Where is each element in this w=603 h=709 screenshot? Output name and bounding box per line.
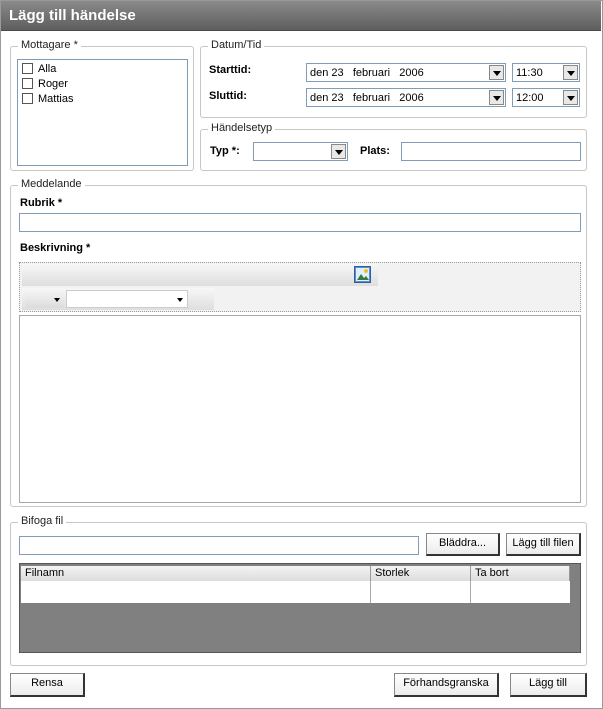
- end-date-select[interactable]: den 23 februari 2006: [306, 88, 506, 107]
- end-label: Sluttid:: [209, 90, 247, 102]
- chevron-down-icon[interactable]: [489, 90, 504, 105]
- grid-cell: [21, 581, 371, 603]
- recipients-legend: Mottagare *: [18, 39, 81, 51]
- preview-button[interactable]: Förhandsgranska: [394, 673, 499, 697]
- start-time-select[interactable]: 11:30: [512, 63, 580, 82]
- chevron-down-icon: [54, 298, 60, 302]
- chevron-down-icon[interactable]: [563, 65, 578, 80]
- event-type-legend: Händelsetyp: [208, 122, 276, 134]
- style-dropdown[interactable]: [26, 290, 64, 308]
- recipient-item-roger[interactable]: Roger: [22, 76, 68, 91]
- description-editor[interactable]: [19, 315, 581, 503]
- message-legend: Meddelande: [18, 178, 85, 190]
- end-time-select[interactable]: 12:00: [512, 88, 580, 107]
- recipients-list[interactable]: Alla Roger Mattias: [17, 59, 188, 166]
- checkbox[interactable]: [22, 63, 33, 74]
- type-select[interactable]: [253, 142, 348, 161]
- add-button[interactable]: Lägg till: [510, 673, 587, 697]
- grid-header-size: Storlek: [371, 566, 471, 581]
- chevron-down-icon[interactable]: [489, 65, 504, 80]
- start-label: Starttid:: [209, 64, 252, 76]
- checkbox[interactable]: [22, 78, 33, 89]
- grid-header-filename: Filnamn: [21, 566, 371, 581]
- chevron-down-icon[interactable]: [331, 144, 346, 159]
- dialog-title: Lägg till händelse: [9, 7, 136, 24]
- toolbar-row-1: [22, 264, 378, 286]
- checkbox[interactable]: [22, 93, 33, 104]
- grid-cell: [471, 581, 570, 603]
- datetime-fieldset: [200, 46, 587, 118]
- recipient-item-alla[interactable]: Alla: [22, 61, 56, 76]
- browse-button[interactable]: Bläddra...: [426, 533, 500, 556]
- insert-image-icon[interactable]: [354, 266, 371, 283]
- reset-button[interactable]: Rensa: [10, 673, 85, 697]
- title-bar: Lägg till händelse: [1, 1, 601, 31]
- chevron-down-icon[interactable]: [563, 90, 578, 105]
- font-dropdown[interactable]: [66, 290, 188, 308]
- description-label: Beskrivning *: [20, 242, 91, 254]
- recipient-item-mattias[interactable]: Mattias: [22, 91, 73, 106]
- subject-label: Rubrik *: [20, 197, 63, 209]
- type-label: Typ *:: [210, 145, 240, 157]
- attach-legend: Bifoga fil: [18, 515, 67, 527]
- chevron-down-icon: [177, 298, 183, 302]
- place-label: Plats:: [360, 145, 390, 157]
- datetime-legend: Datum/Tid: [208, 39, 265, 51]
- file-path-input[interactable]: [19, 536, 419, 555]
- start-date-select[interactable]: den 23 februari 2006: [306, 63, 506, 82]
- subject-input[interactable]: [19, 213, 581, 232]
- grid-header-delete: Ta bort: [471, 566, 570, 581]
- place-input[interactable]: [401, 142, 581, 161]
- add-file-button[interactable]: Lägg till filen: [506, 533, 581, 556]
- grid-cell: [371, 581, 471, 603]
